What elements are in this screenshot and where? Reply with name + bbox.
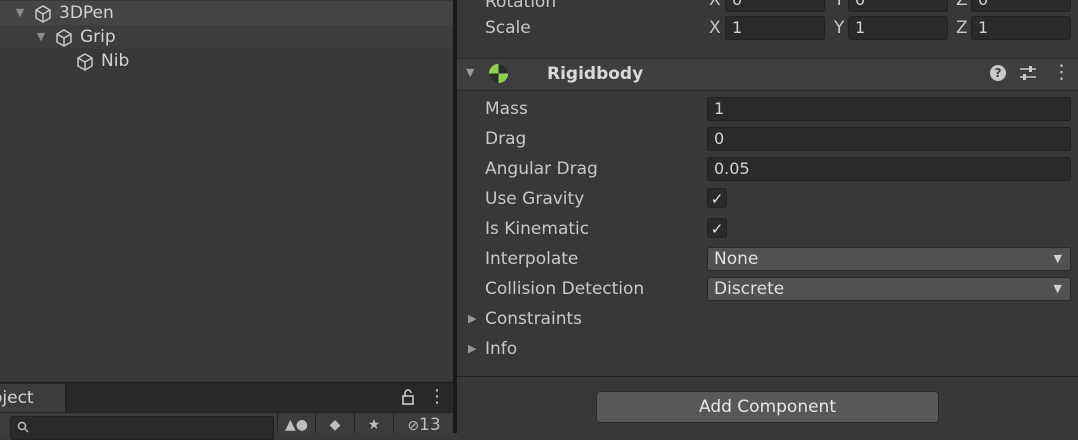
tab-project[interactable]: oject bbox=[0, 384, 66, 413]
is-kinematic-label: Is Kinematic bbox=[485, 219, 590, 239]
constraints-label: Constraints bbox=[485, 309, 582, 329]
mass-field[interactable]: 1 bbox=[707, 97, 1071, 121]
chevron-down-icon: ▼ bbox=[1053, 282, 1062, 295]
drag-field[interactable]: 0 bbox=[707, 127, 1071, 151]
hidden-packages-button[interactable]: ⊘13 bbox=[393, 413, 454, 435]
scale-label: Scale bbox=[485, 18, 531, 38]
eye-slash-icon: ⊘ bbox=[407, 418, 420, 434]
axis-z-label: Z bbox=[956, 0, 968, 10]
scale-x-field[interactable]: 1 bbox=[725, 16, 825, 40]
mass-label: Mass bbox=[485, 99, 528, 119]
shapes-icon: ▲● bbox=[285, 417, 308, 433]
expand-arrow-icon[interactable]: ▼ bbox=[13, 1, 27, 25]
hierarchy-item-3dpen[interactable]: ▼ 3DPen bbox=[0, 1, 453, 25]
is-kinematic-checkbox[interactable]: ✓ bbox=[707, 218, 727, 238]
scale-z-field[interactable]: 1 bbox=[971, 16, 1071, 40]
axis-z-label: Z bbox=[956, 18, 968, 38]
expand-arrow-icon: ▶ bbox=[468, 312, 477, 325]
axis-y-label: Y bbox=[834, 18, 845, 38]
tag-icon: ◆ bbox=[329, 417, 341, 433]
search-icon bbox=[17, 421, 29, 433]
favorites-button[interactable]: ★ bbox=[354, 413, 393, 433]
expand-arrow-icon[interactable]: ▼ bbox=[34, 25, 48, 49]
axis-x-label: X bbox=[709, 0, 721, 10]
search-input[interactable] bbox=[10, 416, 274, 440]
use-gravity-checkbox[interactable]: ✓ bbox=[707, 188, 727, 208]
interpolate-label: Interpolate bbox=[485, 249, 579, 269]
collision-detection-dropdown[interactable]: Discrete ▼ bbox=[707, 277, 1071, 301]
collision-detection-label: Collision Detection bbox=[485, 279, 645, 299]
dropdown-value: None bbox=[714, 249, 759, 269]
tab-label: oject bbox=[0, 388, 34, 408]
rigidbody-icon bbox=[488, 63, 509, 84]
hidden-count: 13 bbox=[419, 415, 441, 435]
expand-arrow-icon: ▶ bbox=[468, 342, 477, 355]
more-options-icon[interactable]: ⋮ bbox=[428, 386, 446, 407]
hierarchy-item-grip[interactable]: ▼ Grip bbox=[0, 25, 453, 49]
cube-icon bbox=[35, 5, 51, 23]
presets-icon[interactable] bbox=[1019, 65, 1037, 81]
angular-drag-field[interactable]: 0.05 bbox=[707, 157, 1071, 181]
component-title: Rigidbody bbox=[547, 64, 644, 84]
angular-drag-label: Angular Drag bbox=[485, 159, 598, 179]
help-icon[interactable]: ? bbox=[990, 65, 1006, 81]
hierarchy-item-nib[interactable]: Nib bbox=[0, 49, 453, 73]
constraints-foldout[interactable]: ▶ Constraints bbox=[468, 309, 668, 329]
hierarchy-item-label: Grip bbox=[80, 27, 116, 47]
dropdown-value: Discrete bbox=[714, 279, 785, 299]
drag-label: Drag bbox=[485, 129, 527, 149]
more-options-icon[interactable]: ⋮ bbox=[1052, 61, 1071, 83]
axis-x-label: X bbox=[709, 18, 721, 38]
collapse-arrow-icon[interactable]: ▼ bbox=[466, 66, 474, 79]
axis-y-label: Y bbox=[834, 0, 845, 10]
checkmark-icon: ✓ bbox=[710, 220, 724, 238]
filter-by-type-button[interactable]: ▲● bbox=[277, 413, 315, 433]
cube-icon bbox=[77, 53, 93, 71]
rotation-label: Rotation bbox=[485, 0, 557, 12]
info-foldout[interactable]: ▶ Info bbox=[468, 339, 668, 359]
rotation-x-field[interactable]: 0 bbox=[725, 0, 825, 12]
interpolate-dropdown[interactable]: None ▼ bbox=[707, 247, 1071, 271]
rotation-z-field[interactable]: 0 bbox=[971, 0, 1071, 12]
scale-y-field[interactable]: 1 bbox=[848, 16, 948, 40]
star-icon: ★ bbox=[367, 417, 381, 433]
checkmark-icon: ✓ bbox=[710, 190, 724, 208]
use-gravity-label: Use Gravity bbox=[485, 189, 585, 209]
hierarchy-panel: ▼ 3DPen ▼ Grip Nib bbox=[0, 0, 453, 382]
hierarchy-item-label: Nib bbox=[101, 51, 130, 71]
lock-icon[interactable] bbox=[400, 388, 416, 406]
info-label: Info bbox=[485, 339, 518, 359]
chevron-down-icon: ▼ bbox=[1053, 252, 1062, 265]
filter-by-label-button[interactable]: ◆ bbox=[315, 413, 354, 433]
cube-icon bbox=[56, 29, 72, 47]
add-component-button[interactable]: Add Component bbox=[596, 391, 939, 423]
hierarchy-item-label: 3DPen bbox=[59, 3, 114, 23]
rotation-y-field[interactable]: 0 bbox=[848, 0, 948, 12]
